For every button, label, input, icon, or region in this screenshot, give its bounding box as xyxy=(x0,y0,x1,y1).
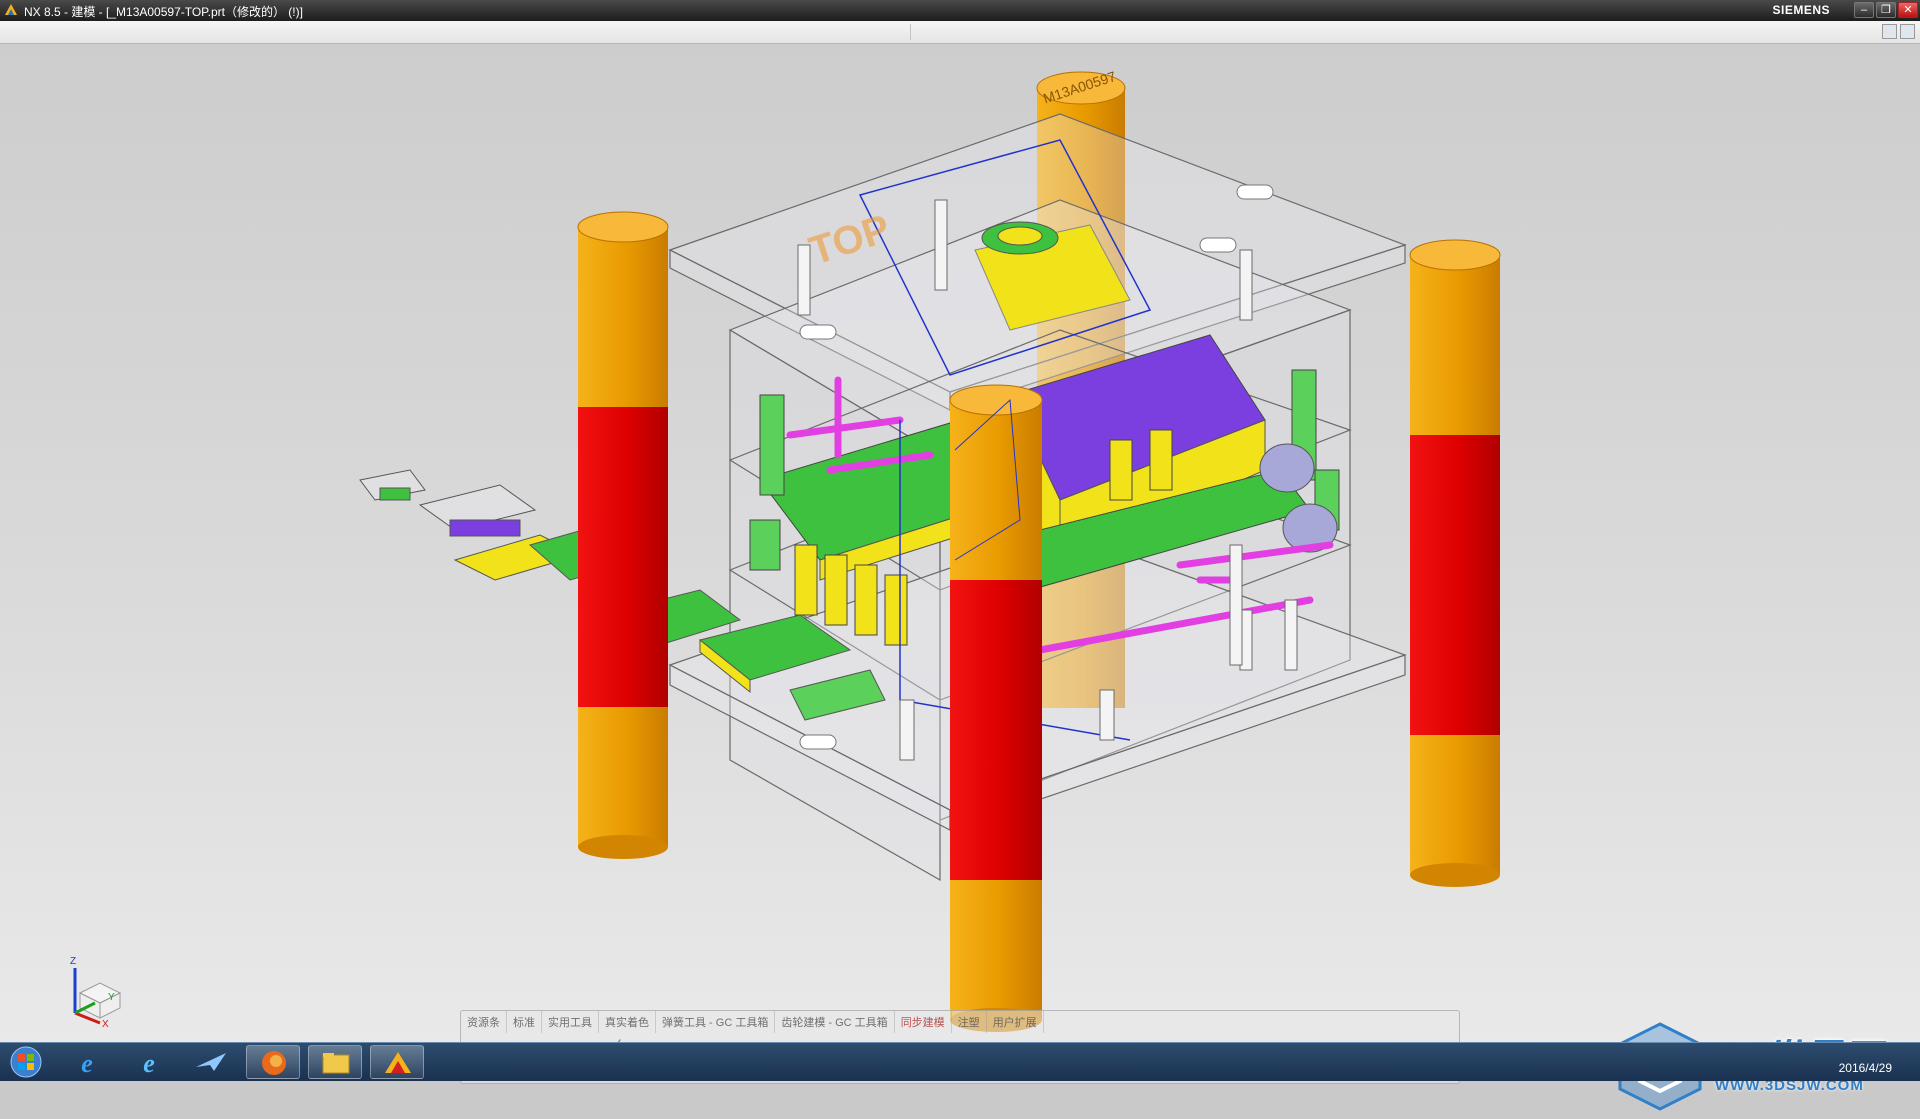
svg-text:e: e xyxy=(143,1049,155,1078)
svg-text:e: e xyxy=(81,1049,93,1078)
toolbar-tab[interactable]: 真实着色 xyxy=(599,1011,656,1033)
guide-pillar-front xyxy=(949,384,1043,1032)
toolbar-tab[interactable]: 弹簧工具 - GC 工具箱 xyxy=(656,1011,776,1033)
nx-app-icon xyxy=(5,4,17,15)
menu-divider xyxy=(910,24,911,40)
nx-app-icon[interactable] xyxy=(370,1045,424,1079)
toolbar-tab[interactable]: 齿轮建模 - GC 工具箱 xyxy=(775,1011,895,1033)
toolbar-tab[interactable]: 标准 xyxy=(507,1011,542,1033)
guide-pillar-right xyxy=(1409,239,1501,887)
ie-alt-icon[interactable]: e xyxy=(122,1045,176,1079)
start-button[interactable] xyxy=(4,1045,48,1079)
windows-taskbar: e e 2016/4/29 xyxy=(0,1042,1920,1081)
toolbar-tabs: 资源条 标准 实用工具 真实着色 弹簧工具 - GC 工具箱 齿轮建模 - GC 工具箱同… xyxy=(461,1011,1459,1033)
restore-button[interactable]: ❐ xyxy=(1876,2,1896,18)
explorer-icon[interactable] xyxy=(308,1045,362,1079)
axis-y-label: Y xyxy=(108,992,115,1003)
axis-z-label: Z xyxy=(70,956,76,967)
view-triad[interactable]: Z X Y xyxy=(60,948,130,1028)
nx-plane-icon[interactable] xyxy=(184,1045,238,1079)
layout-icon[interactable] xyxy=(1882,24,1897,39)
close-button[interactable]: ✕ xyxy=(1898,2,1918,18)
axis-x-label: X xyxy=(102,1019,109,1028)
toolbar-tab[interactable]: 用户扩展 xyxy=(987,1011,1044,1033)
title-bar: NX 8.5 - 建模 - [_M13A00597-TOP.prt（修改的） (… xyxy=(0,0,1920,21)
toolbar-tab[interactable]: 同步建模 xyxy=(895,1011,952,1033)
firefox-icon[interactable] xyxy=(246,1045,300,1079)
toolbar-tab[interactable]: 注塑 xyxy=(952,1011,987,1033)
ie-icon[interactable]: e xyxy=(60,1045,114,1079)
mold-assembly-render[interactable]: M13A00597 TOP xyxy=(0,44,1920,1042)
clock-date: 2016/4/29 xyxy=(1838,1061,1892,1075)
minimize-button[interactable]: – xyxy=(1854,2,1874,18)
brand-label: SIEMENS xyxy=(1772,3,1830,17)
window-title: NX 8.5 - 建模 - [_M13A00597-TOP.prt（修改的） (… xyxy=(24,5,303,19)
graphics-window[interactable]: M13A00597 TOP Z X Y 资源条 标准 实用工具 真实着色 弹簧工… xyxy=(0,44,1920,1111)
toolbar-tab[interactable]: 资源条 xyxy=(461,1011,507,1033)
fullscreen-icon[interactable] xyxy=(1900,24,1915,39)
menu-bar xyxy=(0,21,1920,44)
toolbar-tab[interactable]: 实用工具 xyxy=(542,1011,599,1033)
guide-pillar-left xyxy=(577,211,669,859)
